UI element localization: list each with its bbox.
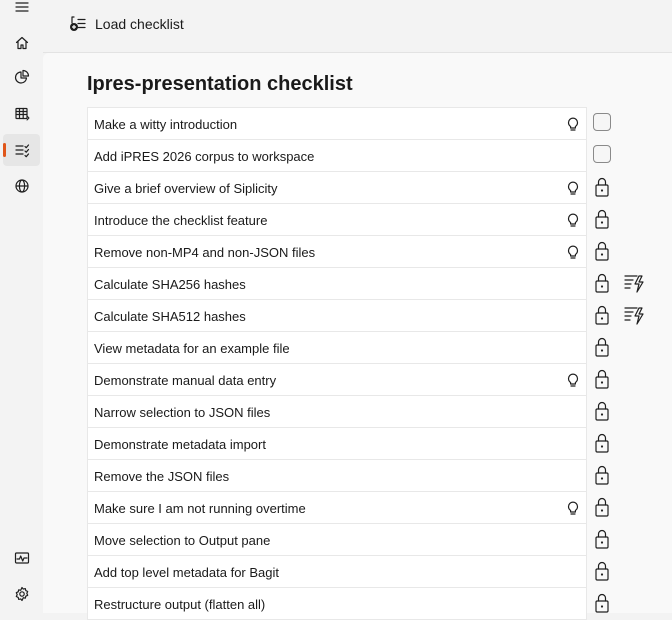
lock-icon <box>595 497 609 517</box>
lock-icon <box>595 529 609 549</box>
checklist-item-status <box>591 236 651 267</box>
checklist-item[interactable]: Move selection to Output pane <box>87 524 609 556</box>
checklist-item[interactable]: Remove the JSON files <box>87 460 609 492</box>
toolbar: Load checklist <box>43 0 672 53</box>
globe-icon <box>14 179 29 193</box>
checklist-item-status <box>591 364 651 395</box>
lock-icon <box>595 305 609 325</box>
lock-icon <box>595 337 609 357</box>
table-icon <box>14 107 29 121</box>
lock-icon <box>595 369 609 389</box>
page-title: Ipres-presentation checklist <box>87 73 353 95</box>
gear-icon <box>15 586 28 602</box>
lightbulb-icon[interactable] <box>566 116 580 132</box>
checklist-item[interactable]: Remove non-MP4 and non-JSON files <box>87 236 609 268</box>
checklist-item-label: Make a witty introduction <box>94 117 238 132</box>
checklist-item-checkbox[interactable] <box>593 113 611 131</box>
checklist-item-label: View metadata for an example file <box>94 341 290 356</box>
checklist-item[interactable]: Narrow selection to JSON files <box>87 396 609 428</box>
checklist-item-status <box>591 524 651 555</box>
checklist-item-label: Restructure output (flatten all) <box>94 597 266 612</box>
pie-chart-icon <box>14 69 29 84</box>
checklist-item-label: Add top level metadata for Bagit <box>94 565 280 580</box>
lock-icon <box>595 401 609 421</box>
nav-web[interactable] <box>3 170 40 202</box>
nav-analytics[interactable] <box>3 61 40 93</box>
checklist-item[interactable]: Demonstrate metadata import <box>87 428 609 460</box>
checklist-list: Make a witty introduction Add iPRES 2026 … <box>87 107 644 620</box>
checklist-item-status <box>591 332 651 363</box>
checklist-item-label: Calculate SHA256 hashes <box>94 277 246 292</box>
lightbulb-icon[interactable] <box>566 372 580 388</box>
lock-icon <box>595 465 609 485</box>
checklist-item[interactable]: Make sure I am not running overtime <box>87 492 609 524</box>
checklist-item[interactable]: Restructure output (flatten all) <box>87 588 609 620</box>
nav-checklist[interactable] <box>3 134 40 166</box>
checklist-item-status <box>591 204 651 235</box>
checklist-item-status <box>591 108 651 139</box>
checklist-item-status <box>591 396 651 427</box>
checklist-item[interactable]: View metadata for an example file <box>87 332 609 364</box>
checklist-item-status <box>591 492 651 523</box>
load-checklist-label: Load checklist <box>95 16 184 32</box>
pulse-icon <box>14 552 29 564</box>
checklist-item[interactable]: Introduce the checklist feature <box>87 204 609 236</box>
lightbulb-icon[interactable] <box>566 244 580 260</box>
menu-button[interactable] <box>3 0 40 23</box>
checklist-item-label: Remove non-MP4 and non-JSON files <box>94 245 316 260</box>
checklist-item-label: Narrow selection to JSON files <box>94 405 271 420</box>
checklist-item-status <box>591 268 651 299</box>
checklist-item-status <box>591 460 651 491</box>
load-checklist-button[interactable]: Load checklist <box>65 12 188 36</box>
checklist-item-checkbox[interactable] <box>593 145 611 163</box>
checklist-item-label: Demonstrate metadata import <box>94 437 266 452</box>
lightbulb-icon[interactable] <box>566 500 580 516</box>
checklist-item[interactable]: Give a brief overview of Siplicity <box>87 172 609 204</box>
checklist-item-label: Give a brief overview of Siplicity <box>94 181 278 196</box>
lock-icon <box>595 561 609 581</box>
hamburger-icon <box>14 2 29 12</box>
automation-icon[interactable] <box>623 303 645 327</box>
checklist-item-label: Remove the JSON files <box>94 469 230 484</box>
home-icon <box>15 36 28 50</box>
nav-table[interactable] <box>3 98 40 130</box>
checklist-item-label: Make sure I am not running overtime <box>94 501 306 516</box>
checklist-item[interactable]: Add top level metadata for Bagit <box>87 556 609 588</box>
lock-icon <box>595 273 609 293</box>
lock-icon <box>595 241 609 261</box>
main-pane: Ipres-presentation checklist Make a witt… <box>43 53 672 620</box>
checklist-item-label: Calculate SHA512 hashes <box>94 309 246 324</box>
checklist-item[interactable]: Calculate SHA512 hashes <box>87 300 644 332</box>
checklist-item-status <box>591 588 651 619</box>
lock-icon <box>595 593 609 613</box>
checklist-item[interactable]: Demonstrate manual data entry <box>87 364 609 396</box>
checklist-item-status <box>591 172 651 203</box>
nav-home[interactable] <box>3 27 40 59</box>
checklist-item-status <box>591 140 651 171</box>
checklist-item-label: Demonstrate manual data entry <box>94 373 277 388</box>
lightbulb-icon[interactable] <box>566 180 580 196</box>
checklist-item[interactable]: Make a witty introduction <box>87 107 611 140</box>
lightbulb-icon[interactable] <box>566 212 580 228</box>
checklist-item-label: Add iPRES 2026 corpus to workspace <box>94 149 315 164</box>
lock-icon <box>595 177 609 197</box>
checklist-item[interactable]: Add iPRES 2026 corpus to workspace <box>87 140 611 172</box>
checklist-item-status <box>591 556 651 587</box>
automation-icon[interactable] <box>623 271 645 295</box>
checklist-item-status <box>591 300 651 331</box>
lock-icon <box>595 209 609 229</box>
load-checklist-icon <box>70 16 86 31</box>
lock-icon <box>595 433 609 453</box>
nav-activity[interactable] <box>3 542 40 574</box>
nav-rail <box>0 0 43 613</box>
checklist-item-status <box>591 428 651 459</box>
checklist-icon <box>14 144 29 158</box>
checklist-item[interactable]: Calculate SHA256 hashes <box>87 268 644 300</box>
nav-settings[interactable] <box>3 578 40 610</box>
checklist-item-label: Introduce the checklist feature <box>94 213 268 228</box>
checklist-item-label: Move selection to Output pane <box>94 533 271 548</box>
